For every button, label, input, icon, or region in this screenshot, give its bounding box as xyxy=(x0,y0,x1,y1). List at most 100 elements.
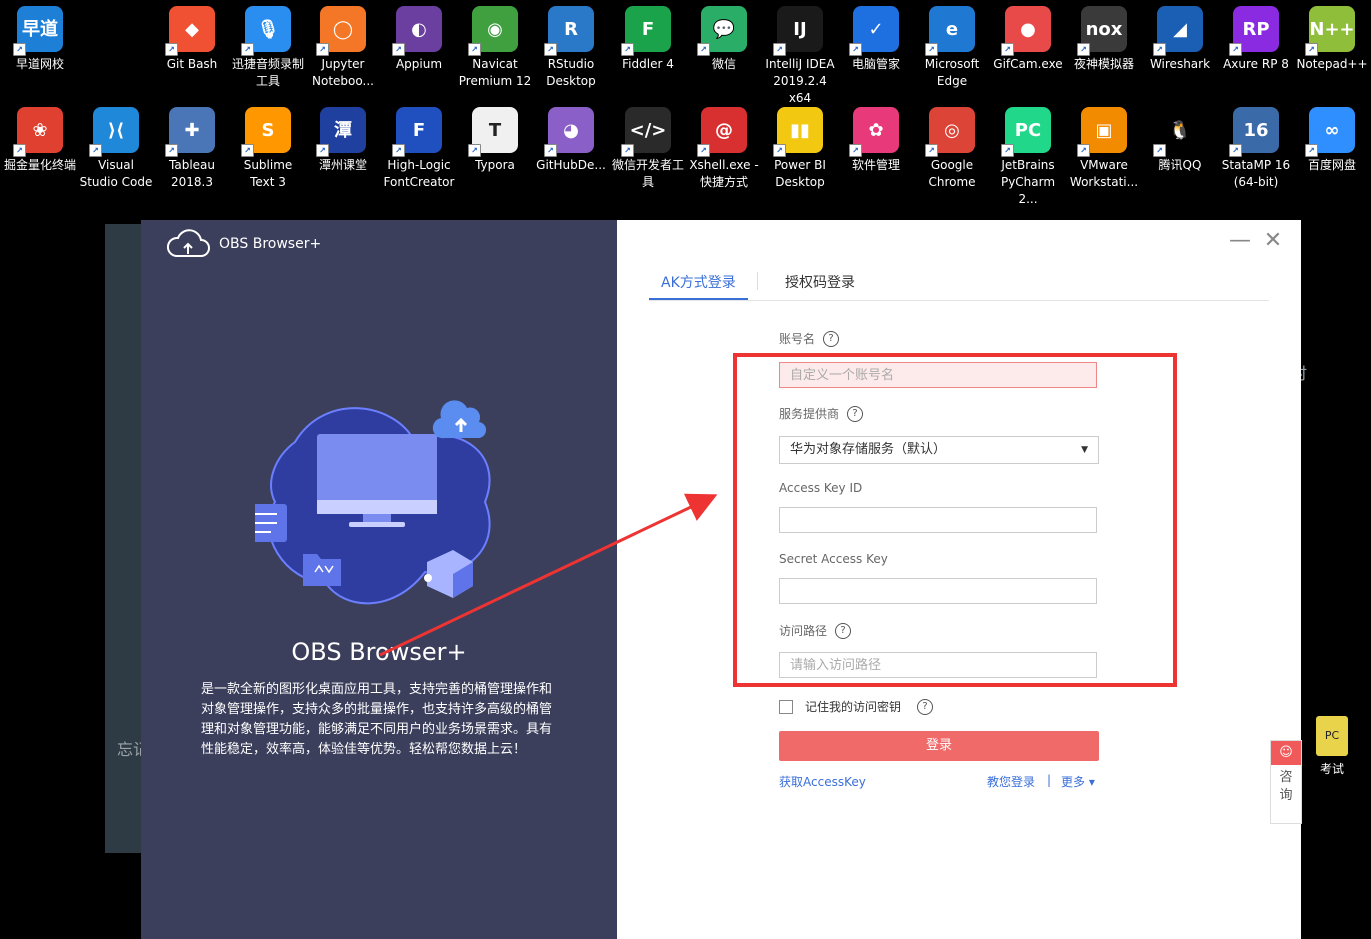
desktop-icon[interactable]: 💬 ↗ 微信 xyxy=(686,0,762,73)
app-icon: ❀ ↗ xyxy=(13,107,63,157)
intro-title: OBS Browser+ xyxy=(291,638,467,666)
help-icon[interactable]: ? xyxy=(917,698,934,715)
close-button[interactable]: ✕ xyxy=(1262,230,1284,252)
app-icon: ● ↗ xyxy=(1001,6,1051,56)
login-button[interactable]: 登录 xyxy=(779,731,1099,761)
desktop-icon[interactable]: 🐧 ↗ 腾讯QQ xyxy=(1142,101,1218,174)
shortcut-arrow-icon: ↗ xyxy=(392,43,405,56)
desktop-icon-exam[interactable]: PC 考试 xyxy=(1302,716,1362,777)
desktop-icon[interactable]: R ↗ RStudio Desktop xyxy=(533,0,609,90)
desktop-icon-label: High-Logic FontCreator xyxy=(383,158,455,189)
shortcut-arrow-icon: ↗ xyxy=(392,144,405,157)
app-icon: ∞ ↗ xyxy=(1305,107,1355,157)
app-icon: RP ↗ xyxy=(1229,6,1279,56)
desktop-icon[interactable]: ◉ ↗ Navicat Premium 12 xyxy=(457,0,533,90)
desktop-icon[interactable]: nox ↗ 夜神模拟器 xyxy=(1066,0,1142,73)
desktop-icon-label: Sublime Text 3 xyxy=(243,158,293,189)
intro-panel: OBS Browser+ OBS Browser+ 是一款全新的图形化桌面应用工… xyxy=(141,220,617,939)
desktop-icon[interactable]: F ↗ Fiddler 4 xyxy=(610,0,686,73)
desktop-icon[interactable]: ✚ ↗ Tableau 2018.3 xyxy=(154,101,230,191)
shortcut-arrow-icon: ↗ xyxy=(849,43,862,56)
desktop-icon[interactable]: ◯ ↗ Jupyter Noteboo... xyxy=(305,0,381,90)
shortcut-arrow-icon: ↗ xyxy=(849,144,862,157)
shortcut-arrow-icon: ↗ xyxy=(1077,43,1090,56)
shortcut-arrow-icon: ↗ xyxy=(1001,43,1014,56)
desktop-icon[interactable]: 🎙 ↗ 迅捷音频录制工具 xyxy=(230,0,306,90)
app-icon: N++ ↗ xyxy=(1305,6,1355,56)
get-accesskey-link[interactable]: 获取AccessKey xyxy=(779,773,866,790)
app-icon: ✚ ↗ xyxy=(165,107,215,157)
app-brand: OBS Browser+ xyxy=(165,228,321,260)
app-icon: ⟩⟨ ↗ xyxy=(89,107,139,157)
annotation-highlight-box xyxy=(733,353,1177,687)
desktop-icon[interactable]: ◕ ↗ GitHubDe... xyxy=(533,101,609,174)
desktop-icon-label: JetBrains PyCharm 2... xyxy=(1000,158,1056,206)
desktop-icon-label: IntelliJ IDEA 2019.2.4 x64 xyxy=(765,57,835,105)
desktop-icon[interactable]: ✓ ↗ 电脑管家 xyxy=(838,0,914,73)
app-icon: nox ↗ xyxy=(1077,6,1127,56)
desktop-icon[interactable]: ❀ ↗ 掘金量化终端 xyxy=(2,101,78,174)
remember-key-option[interactable]: 记住我的访问密钥 ? xyxy=(779,698,934,715)
shortcut-arrow-icon: ↗ xyxy=(544,144,557,157)
shortcut-arrow-icon: ↗ xyxy=(241,144,254,157)
app-icon: PC ↗ xyxy=(1001,107,1051,157)
app-icon: ◕ ↗ xyxy=(544,107,594,157)
desktop-icon[interactable]: ● ↗ GifCam.exe xyxy=(990,0,1066,73)
desktop-icon[interactable]: ▣ ↗ VMware Workstati... xyxy=(1066,101,1142,191)
desktop-icon[interactable]: ◎ ↗ Google Chrome xyxy=(914,101,990,191)
desktop-icon[interactable]: @ ↗ Xshell.exe - 快捷方式 xyxy=(686,101,762,191)
shortcut-arrow-icon: ↗ xyxy=(241,43,254,56)
app-icon: </> ↗ xyxy=(621,107,671,157)
help-icon[interactable]: ? xyxy=(823,330,840,347)
shortcut-arrow-icon: ↗ xyxy=(1153,144,1166,157)
shortcut-arrow-icon: ↗ xyxy=(773,43,786,56)
remember-label: 记住我的访问密钥 xyxy=(805,700,902,714)
desktop-icon[interactable]: 早道 ↗ 早道网校 xyxy=(2,0,78,73)
app-icon: ✓ ↗ xyxy=(849,6,899,56)
desktop-icon-label: Notepad++ xyxy=(1296,57,1368,71)
app-icon: ▣ ↗ xyxy=(1077,107,1127,157)
desktop-icon[interactable]: 潭 ↗ 潭州课堂 xyxy=(305,101,381,174)
tab-auth-code-login[interactable]: 授权码登录 xyxy=(773,272,867,298)
desktop-icon[interactable]: F ↗ High-Logic FontCreator xyxy=(381,101,457,191)
shortcut-arrow-icon: ↗ xyxy=(165,144,178,157)
desktop-icon[interactable]: </> ↗ 微信开发者工具 xyxy=(610,101,686,191)
desktop-icon-label: Microsoft Edge xyxy=(924,57,980,88)
desktop-icon[interactable]: T ↗ Typora xyxy=(457,101,533,174)
tab-ak-login[interactable]: AK方式登录 xyxy=(649,272,748,300)
remember-checkbox[interactable] xyxy=(779,699,793,714)
desktop-icon[interactable]: ◆ ↗ Git Bash xyxy=(154,0,230,73)
desktop-icon-label: RStudio Desktop xyxy=(546,57,596,88)
desktop-icon[interactable]: ◐ ↗ Appium xyxy=(381,0,457,73)
desktop-icon[interactable]: RP ↗ Axure RP 8 xyxy=(1218,0,1294,73)
app-icon: F ↗ xyxy=(392,107,442,157)
app-icon: ◐ ↗ xyxy=(392,6,442,56)
desktop-icon-label: Xshell.exe - 快捷方式 xyxy=(689,158,759,189)
account-label: 账号名 ? xyxy=(779,330,840,347)
minimize-button[interactable]: — xyxy=(1229,230,1251,252)
desktop-icon[interactable]: S ↗ Sublime Text 3 xyxy=(230,101,306,191)
app-icon: ◯ ↗ xyxy=(316,6,366,56)
desktop-icon[interactable]: ⟩⟨ ↗ Visual Studio Code xyxy=(78,101,154,191)
desktop-icon[interactable]: 16 ↗ StataMP 16 (64-bit) xyxy=(1218,101,1294,191)
more-dropdown-link[interactable]: 更多 ▾ xyxy=(1061,773,1095,790)
teach-login-link[interactable]: 教您登录 xyxy=(987,773,1035,790)
desktop-icon[interactable]: ✿ ↗ 软件管理 xyxy=(838,101,914,174)
shortcut-arrow-icon: ↗ xyxy=(1305,144,1318,157)
desktop-icon-label: VMware Workstati... xyxy=(1069,158,1139,189)
desktop-icon[interactable]: IJ ↗ IntelliJ IDEA 2019.2.4 x64 xyxy=(762,0,838,107)
desktop-icon[interactable]: e ↗ Microsoft Edge xyxy=(914,0,990,90)
app-icon: S ↗ xyxy=(241,107,291,157)
desktop-icon[interactable]: ∞ ↗ 百度网盘 xyxy=(1294,101,1370,174)
desktop-icon[interactable]: ▮▮ ↗ Power BI Desktop xyxy=(762,101,838,191)
link-separator: | xyxy=(1047,773,1052,787)
desktop-icon-label: 迅捷音频录制工具 xyxy=(231,57,304,88)
desktop-icon-label: Fiddler 4 xyxy=(622,57,674,71)
shortcut-arrow-icon: ↗ xyxy=(1153,43,1166,56)
desktop-icon[interactable]: N++ ↗ Notepad++ xyxy=(1294,0,1370,73)
desktop-icon[interactable]: PC ↗ JetBrains PyCharm 2... xyxy=(990,101,1066,208)
shortcut-arrow-icon: ↗ xyxy=(773,144,786,157)
app-icon: ✿ ↗ xyxy=(849,107,899,157)
consult-float-tab[interactable]: ☺ 咨询 xyxy=(1270,740,1302,824)
desktop-icon[interactable]: ◢ ↗ Wireshark xyxy=(1142,0,1218,73)
